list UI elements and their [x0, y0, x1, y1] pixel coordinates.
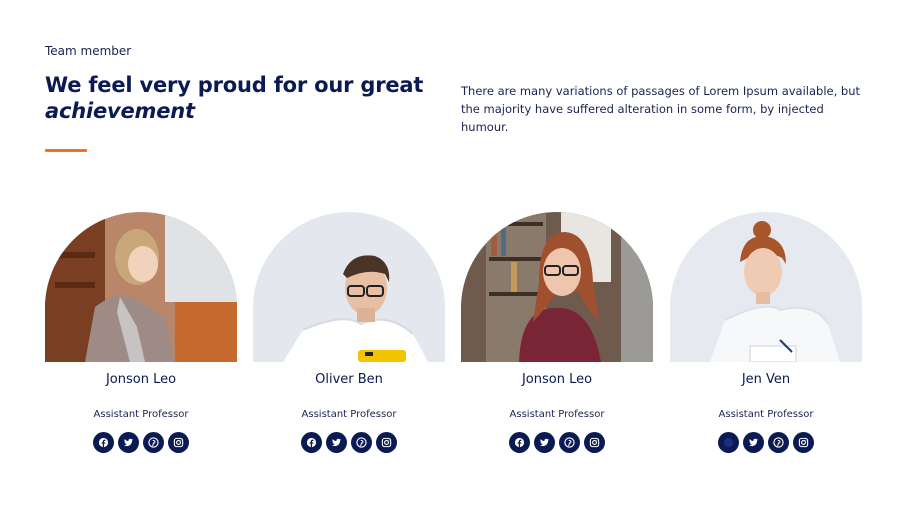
member-name: Jen Ven: [741, 372, 791, 387]
team-card: Jonson Leo Assistant Professor: [45, 212, 237, 462]
heading-line-1: We feel very proud for our great: [45, 73, 424, 97]
instagram-icon[interactable]: [793, 432, 814, 453]
team-card: Jen Ven Assistant Professor: [670, 212, 862, 462]
social-links: [45, 432, 237, 453]
member-role: Assistant Professor: [301, 409, 397, 420]
team-card: Jonson Leo Assistant Professor: [461, 212, 653, 462]
section-eyebrow: Team member: [45, 44, 132, 58]
social-links: [253, 432, 445, 453]
social-links: [670, 432, 862, 453]
member-photo: [253, 212, 445, 362]
member-name: Jonson Leo: [105, 372, 177, 387]
accent-divider: [45, 149, 87, 152]
section-heading: We feel very proud for our great achieve…: [45, 72, 425, 124]
member-role: Assistant Professor: [93, 409, 189, 420]
instagram-icon[interactable]: [584, 432, 605, 453]
pinterest-icon[interactable]: [351, 432, 372, 453]
instagram-icon[interactable]: [168, 432, 189, 453]
team-grid: Jonson Leo Assistant Professor Oliver Be…: [45, 212, 865, 462]
member-photo: [461, 212, 653, 362]
twitter-icon[interactable]: [118, 432, 139, 453]
pinterest-icon[interactable]: [143, 432, 164, 453]
heading-line-2: achievement: [45, 99, 195, 123]
member-name: Oliver Ben: [315, 372, 383, 387]
member-role: Assistant Professor: [509, 409, 605, 420]
social-links: [461, 432, 653, 453]
twitter-icon[interactable]: [326, 432, 347, 453]
instagram-icon[interactable]: [376, 432, 397, 453]
member-role: Assistant Professor: [718, 409, 814, 420]
twitter-icon[interactable]: [534, 432, 555, 453]
member-photo: [45, 212, 237, 362]
member-photo: [670, 212, 862, 362]
pinterest-icon[interactable]: [768, 432, 789, 453]
pinterest-icon[interactable]: [559, 432, 580, 453]
member-name: Jonson Leo: [521, 372, 593, 387]
facebook-icon[interactable]: [93, 432, 114, 453]
twitter-icon[interactable]: [743, 432, 764, 453]
facebook-icon[interactable]: [509, 432, 530, 453]
facebook-icon[interactable]: [301, 432, 322, 453]
team-card: Oliver Ben Assistant Professor: [253, 212, 445, 462]
facebook-icon[interactable]: [718, 432, 739, 453]
section-description: There are many variations of passages of…: [461, 84, 861, 134]
